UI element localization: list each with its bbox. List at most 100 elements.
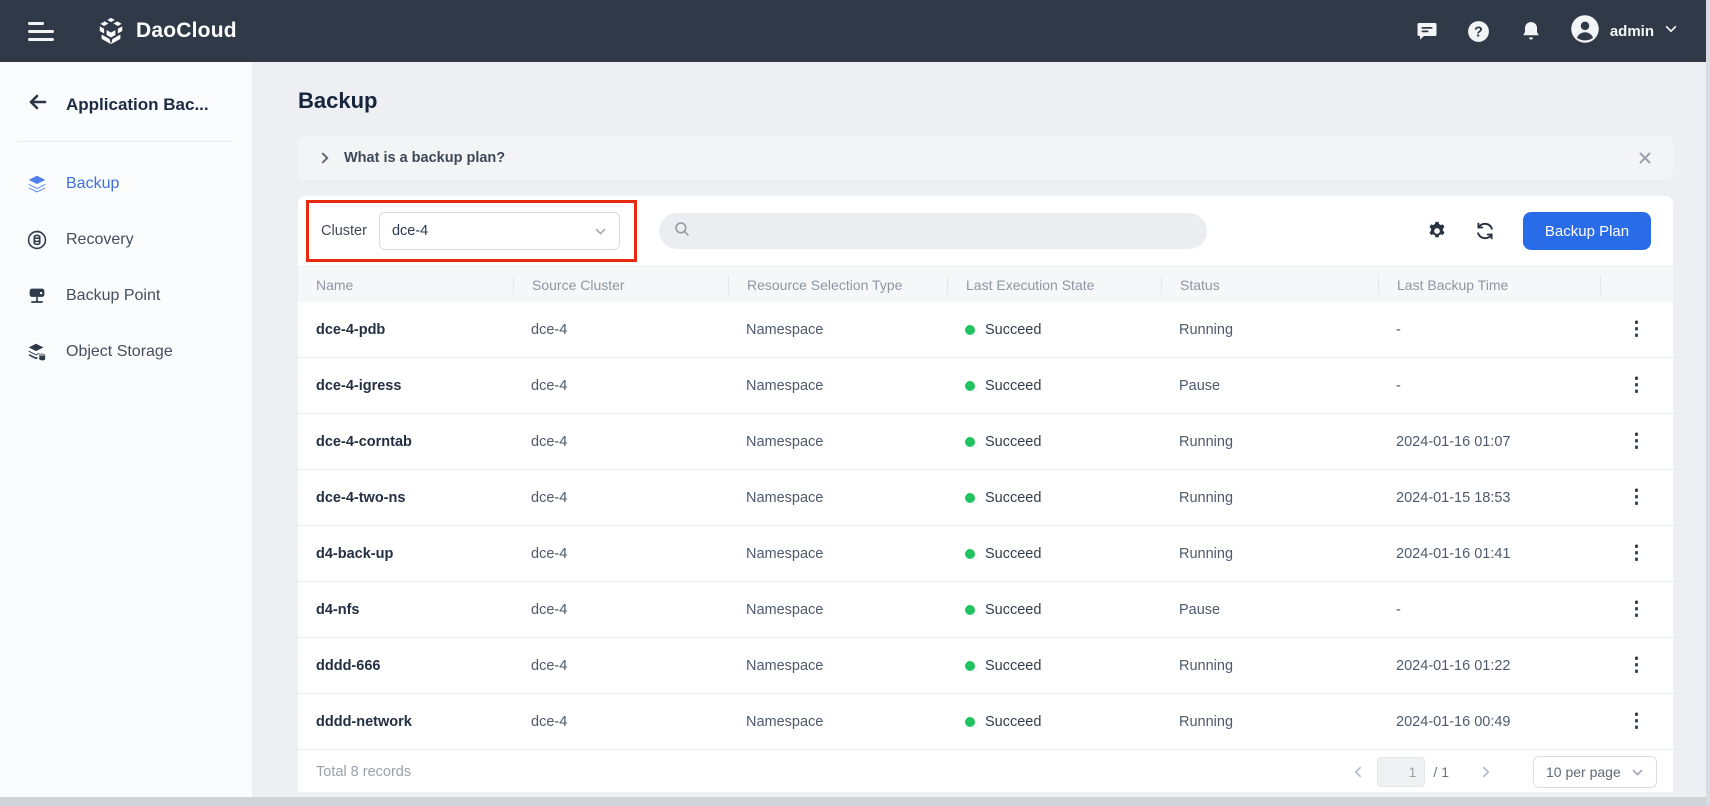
table-row: dddd-666 dce-4 Namespace Succeed Running… bbox=[298, 638, 1673, 694]
last-backup-time-cell: 2024-01-16 01:07 bbox=[1378, 434, 1600, 450]
sidebar-back[interactable]: Application Bac... bbox=[0, 62, 252, 141]
last-backup-time-cell: 2024-01-16 01:22 bbox=[1378, 658, 1600, 674]
backup-name-link[interactable]: d4-nfs bbox=[298, 602, 513, 618]
table-footer: Total 8 records / 1 10 per page bbox=[298, 750, 1673, 794]
status-cell: Running bbox=[1161, 714, 1378, 730]
topbar: DaoCloud ? admin bbox=[0, 0, 1706, 62]
resource-selection-type-cell: Namespace bbox=[728, 546, 947, 562]
table-row: d4-nfs dce-4 Namespace Succeed Pause - ⋮ bbox=[298, 582, 1673, 638]
table-row: dce-4-corntab dce-4 Namespace Succeed Ru… bbox=[298, 414, 1673, 470]
column-header-status: Status bbox=[1161, 275, 1378, 295]
row-actions-kebab-icon[interactable]: ⋮ bbox=[1621, 318, 1652, 341]
last-execution-state-cell: Succeed bbox=[985, 546, 1041, 562]
refresh-icon[interactable] bbox=[1473, 219, 1497, 243]
page-number-input[interactable] bbox=[1377, 757, 1425, 787]
main-content: Backup What is a backup plan? Cluster dc… bbox=[253, 62, 1710, 797]
banner-expand-chevron-icon[interactable] bbox=[318, 151, 332, 165]
sidebar-item-label: Backup Point bbox=[66, 287, 160, 305]
sidebar-item-backup[interactable]: Backup bbox=[0, 156, 252, 212]
last-execution-state-cell: Succeed bbox=[985, 714, 1041, 730]
source-cluster-cell: dce-4 bbox=[513, 546, 728, 562]
last-backup-time-cell: - bbox=[1378, 602, 1600, 618]
success-status-dot bbox=[965, 605, 975, 615]
sidebar-item-object-storage[interactable]: Object Storage bbox=[0, 324, 252, 380]
brand[interactable]: DaoCloud bbox=[96, 16, 237, 46]
source-cluster-cell: dce-4 bbox=[513, 602, 728, 618]
per-page-select[interactable]: 10 per page bbox=[1533, 756, 1657, 788]
daocloud-logo-icon bbox=[96, 16, 126, 46]
status-cell: Running bbox=[1161, 490, 1378, 506]
search-icon bbox=[673, 220, 691, 243]
status-cell: Pause bbox=[1161, 602, 1378, 618]
sidebar-item-label: Recovery bbox=[66, 231, 134, 249]
search-input[interactable] bbox=[701, 223, 1193, 239]
table-row: d4-back-up dce-4 Namespace Succeed Runni… bbox=[298, 526, 1673, 582]
sidebar-item-backup-point[interactable]: Backup Point bbox=[0, 268, 252, 324]
total-records-label: Total 8 records bbox=[316, 764, 411, 780]
last-backup-time-cell: - bbox=[1378, 322, 1600, 338]
backup-name-link[interactable]: dce-4-igress bbox=[298, 378, 513, 394]
backup-plan-button[interactable]: Backup Plan bbox=[1523, 212, 1651, 250]
last-execution-state-cell: Succeed bbox=[985, 658, 1041, 674]
row-actions-kebab-icon[interactable]: ⋮ bbox=[1621, 542, 1652, 565]
help-icon[interactable]: ? bbox=[1466, 18, 1492, 44]
recovery-restore-icon bbox=[26, 229, 48, 251]
info-banner: What is a backup plan? bbox=[298, 136, 1673, 180]
hamburger-menu-icon[interactable] bbox=[28, 22, 54, 41]
backup-table: Name Source Cluster Resource Selection T… bbox=[298, 266, 1673, 750]
row-actions-kebab-icon[interactable]: ⋮ bbox=[1621, 598, 1652, 621]
search-bar[interactable] bbox=[659, 213, 1207, 249]
resource-selection-type-cell: Namespace bbox=[728, 378, 947, 394]
column-header-name: Name bbox=[298, 275, 513, 295]
row-actions-kebab-icon[interactable]: ⋮ bbox=[1621, 374, 1652, 397]
status-cell: Pause bbox=[1161, 378, 1378, 394]
window-bottom-edge bbox=[0, 797, 1706, 806]
row-actions-kebab-icon[interactable]: ⋮ bbox=[1621, 710, 1652, 733]
resource-selection-type-cell: Namespace bbox=[728, 714, 947, 730]
sidebar-item-label: Backup bbox=[66, 175, 119, 193]
layers-icon bbox=[26, 173, 48, 195]
next-page-chevron-icon[interactable] bbox=[1467, 765, 1505, 779]
notifications-bell-icon[interactable] bbox=[1518, 18, 1544, 44]
status-cell: Running bbox=[1161, 546, 1378, 562]
sidebar-module-title: Application Bac... bbox=[66, 95, 209, 115]
backup-name-link[interactable]: dddd-network bbox=[298, 714, 513, 730]
brand-name: DaoCloud bbox=[136, 19, 237, 43]
table-row: dce-4-two-ns dce-4 Namespace Succeed Run… bbox=[298, 470, 1673, 526]
backup-name-link[interactable]: d4-back-up bbox=[298, 546, 513, 562]
sidebar-item-label: Object Storage bbox=[66, 343, 173, 361]
column-header-actions bbox=[1600, 275, 1673, 295]
success-status-dot bbox=[965, 549, 975, 559]
object-storage-icon bbox=[26, 341, 48, 363]
row-actions-kebab-icon[interactable]: ⋮ bbox=[1621, 654, 1652, 677]
sidebar: Application Bac... Backup Recovery bbox=[0, 62, 253, 797]
avatar-icon bbox=[1570, 14, 1600, 49]
backup-name-link[interactable]: dddd-666 bbox=[298, 658, 513, 674]
settings-gear-icon[interactable] bbox=[1425, 219, 1449, 243]
success-status-dot bbox=[965, 381, 975, 391]
previous-page-chevron-icon[interactable] bbox=[1339, 765, 1377, 779]
backup-name-link[interactable]: dce-4-two-ns bbox=[298, 490, 513, 506]
filter-row: Cluster dce-4 bbox=[298, 196, 1673, 266]
back-arrow-icon[interactable] bbox=[26, 90, 50, 119]
sidebar-item-recovery[interactable]: Recovery bbox=[0, 212, 252, 268]
user-chevron-down-icon bbox=[1664, 22, 1678, 41]
cluster-filter-annotated: Cluster dce-4 bbox=[306, 200, 637, 262]
backup-name-link[interactable]: dce-4-pdb bbox=[298, 322, 513, 338]
row-actions-kebab-icon[interactable]: ⋮ bbox=[1621, 486, 1652, 509]
last-execution-state-cell: Succeed bbox=[985, 490, 1041, 506]
column-header-source-cluster: Source Cluster bbox=[513, 275, 728, 295]
table-row: dce-4-pdb dce-4 Namespace Succeed Runnin… bbox=[298, 302, 1673, 358]
cluster-select[interactable]: dce-4 bbox=[379, 212, 620, 250]
user-menu[interactable]: admin bbox=[1570, 14, 1678, 49]
column-header-last-execution-state: Last Execution State bbox=[947, 275, 1161, 295]
last-backup-time-cell: - bbox=[1378, 378, 1600, 394]
backup-name-link[interactable]: dce-4-corntab bbox=[298, 434, 513, 450]
banner-close-icon[interactable] bbox=[1637, 150, 1653, 166]
source-cluster-cell: dce-4 bbox=[513, 714, 728, 730]
row-actions-kebab-icon[interactable]: ⋮ bbox=[1621, 430, 1652, 453]
success-status-dot bbox=[965, 325, 975, 335]
resource-selection-type-cell: Namespace bbox=[728, 434, 947, 450]
messages-icon[interactable] bbox=[1414, 18, 1440, 44]
last-execution-state-cell: Succeed bbox=[985, 602, 1041, 618]
